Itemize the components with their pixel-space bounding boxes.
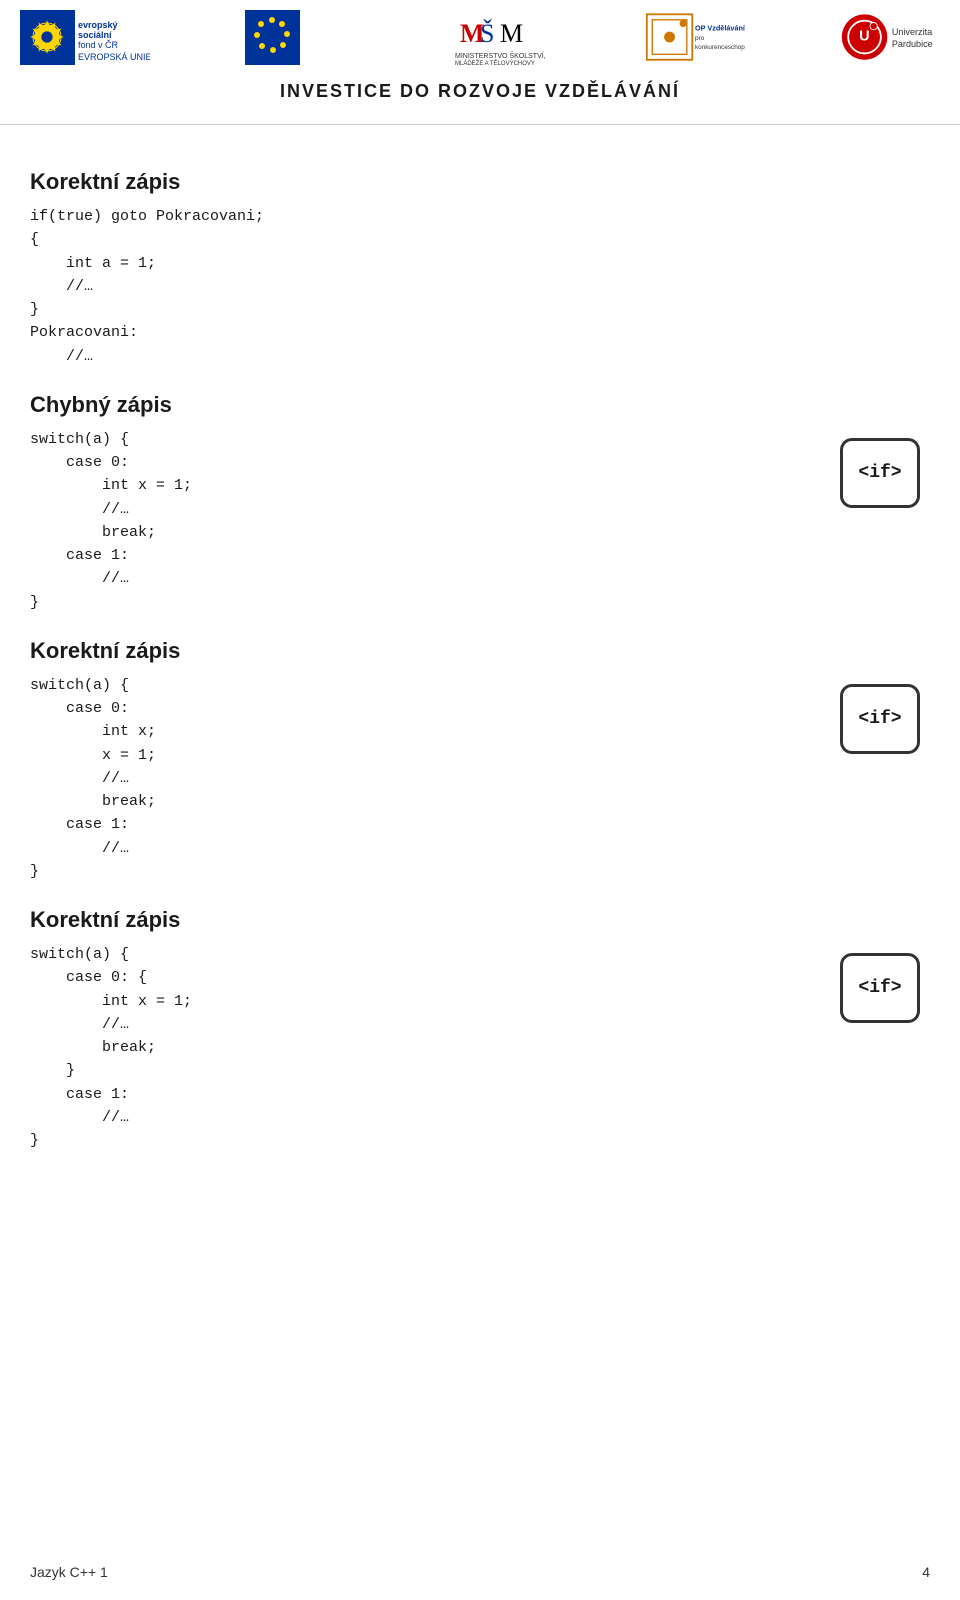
svg-text:konkurenceschopnost: konkurenceschopnost <box>695 44 745 51</box>
section-3-heading: Korektní zápis <box>30 638 930 664</box>
svg-text:OP Vzdělávání: OP Vzdělávání <box>695 24 745 33</box>
svg-text:Š: Š <box>480 19 494 48</box>
svg-text:M: M <box>500 19 523 48</box>
logo-upce: U Univerzita Pardubice <box>840 10 940 65</box>
logo-op: OP Vzdělávání pro konkurenceschopnost <box>645 10 745 65</box>
svg-text:U: U <box>859 29 870 45</box>
section-1-code-wrapper: if(true) goto Pokracovani; { int a = 1; … <box>30 205 930 368</box>
section-4-code: switch(a) { case 0: { int x = 1; //… bre… <box>30 943 820 1152</box>
section-2-code-wrapper: switch(a) { case 0: int x = 1; //… break… <box>30 428 930 614</box>
svg-text:pro: pro <box>695 35 705 42</box>
section-1-code: if(true) goto Pokracovani; { int a = 1; … <box>30 205 930 368</box>
header: evropský sociální fond v ČR EVROPSKÁ UNI… <box>0 0 960 71</box>
svg-text:MINISTERSTVO ŠKOLSTVÍ,: MINISTERSTVO ŠKOLSTVÍ, <box>455 51 546 60</box>
section-4-heading: Korektní zápis <box>30 907 930 933</box>
section-4-icon: <if> <box>840 953 920 1023</box>
section-1: Korektní zápis if(true) goto Pokracovani… <box>30 169 930 368</box>
header-divider <box>0 124 960 125</box>
svg-text:Univerzita: Univerzita <box>892 27 933 37</box>
section-4: Korektní zápis switch(a) { case 0: { int… <box>30 907 930 1152</box>
logo-eu <box>245 10 355 65</box>
footer-right: 4 <box>922 1564 930 1580</box>
svg-text:Pardubice: Pardubice <box>892 39 933 49</box>
section-3-icon: <if> <box>840 684 920 754</box>
svg-text:sociální: sociální <box>78 30 112 40</box>
svg-text:EVROPSKÁ UNIE: EVROPSKÁ UNIE <box>78 52 150 62</box>
logo-msmt: M Š M MINISTERSTVO ŠKOLSTVÍ, MLÁDEŽE A T… <box>450 10 550 65</box>
banner-title: INVESTICE DO ROZVOJE VZDĚLÁVÁNÍ <box>0 71 960 120</box>
footer: Jazyk C++ 1 4 <box>30 1564 930 1580</box>
section-2-heading: Chybný zápis <box>30 392 930 418</box>
section-3: Korektní zápis switch(a) { case 0: int x… <box>30 638 930 883</box>
section-1-heading: Korektní zápis <box>30 169 930 195</box>
section-3-code: switch(a) { case 0: int x; x = 1; //… br… <box>30 674 820 883</box>
logo-esf: evropský sociální fond v ČR EVROPSKÁ UNI… <box>20 10 150 65</box>
section-2-icon: <if> <box>840 438 920 508</box>
footer-left: Jazyk C++ 1 <box>30 1564 108 1580</box>
main-content: Korektní zápis if(true) goto Pokracovani… <box>0 141 960 1200</box>
section-3-code-wrapper: switch(a) { case 0: int x; x = 1; //… br… <box>30 674 930 883</box>
svg-text:evropský: evropský <box>78 20 118 30</box>
section-4-code-wrapper: switch(a) { case 0: { int x = 1; //… bre… <box>30 943 930 1152</box>
svg-text:fond v ČR: fond v ČR <box>78 40 119 50</box>
section-2: Chybný zápis switch(a) { case 0: int x =… <box>30 392 930 614</box>
section-2-code: switch(a) { case 0: int x = 1; //… break… <box>30 428 820 614</box>
